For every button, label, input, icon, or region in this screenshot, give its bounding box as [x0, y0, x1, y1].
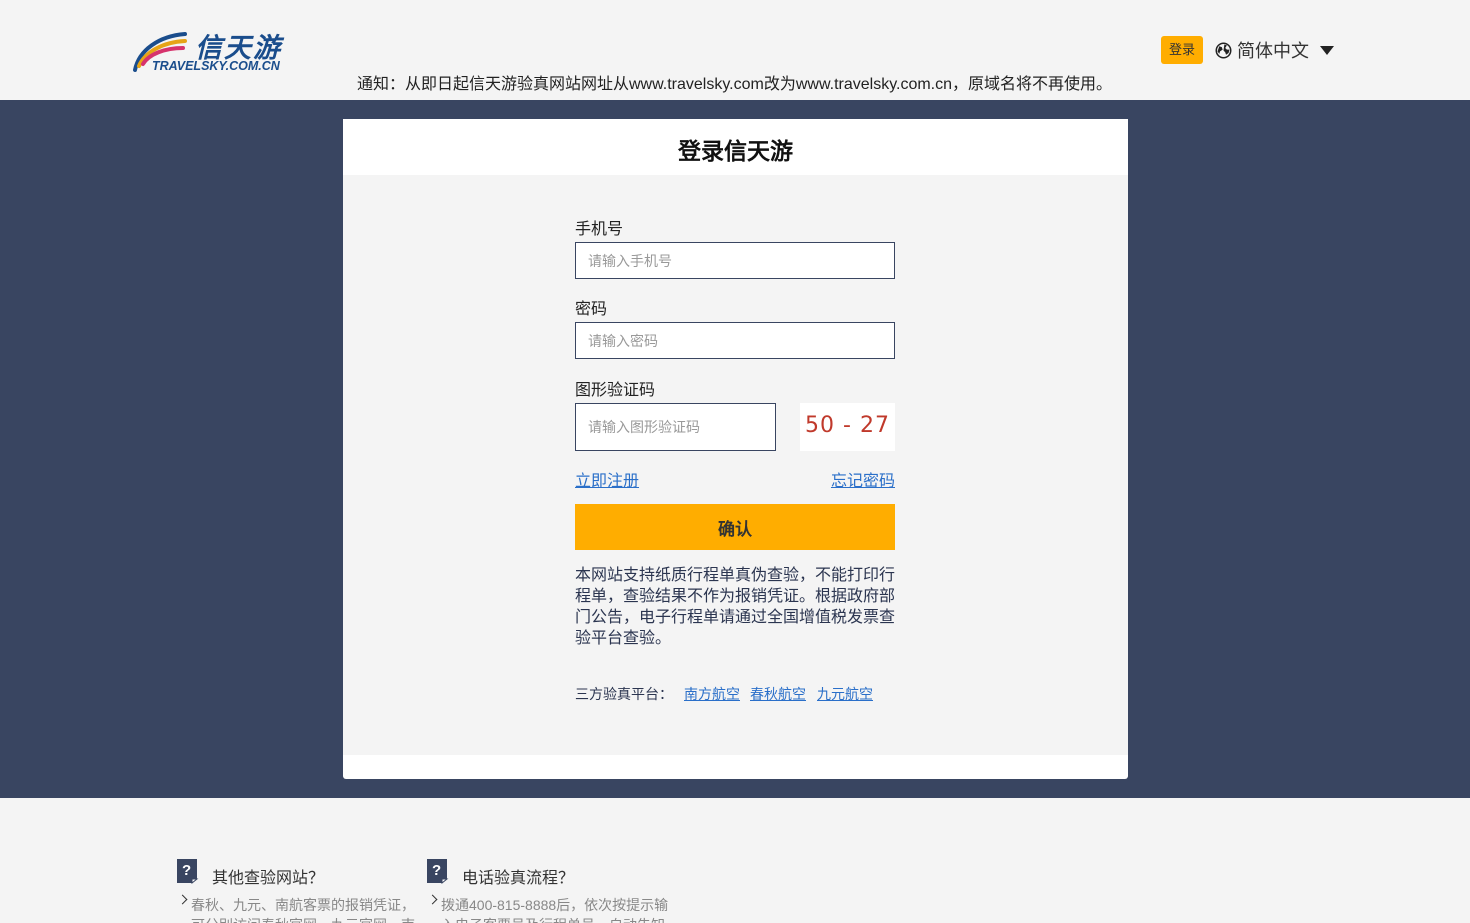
confirm-button[interactable]: 确认	[575, 504, 895, 550]
login-card: 登录信天游 手机号 密码 图形验证码 50 - 27 立即注册 忘记密码 确认 …	[343, 119, 1128, 779]
svg-text:?: ?	[182, 862, 191, 879]
third-party-label: 三方验真平台：	[575, 686, 673, 702]
caret-down-icon	[1320, 45, 1334, 55]
third-party-link-spring-airlines[interactable]: 春秋航空	[750, 684, 806, 704]
forgot-password-link[interactable]: 忘记密码	[831, 467, 895, 491]
faq-text: 春秋、九元、南航客票的报销凭证，可分别访问春秋官网、九元官网、南	[191, 897, 415, 923]
phone-label: 手机号	[575, 221, 624, 238]
chevron-right-icon	[427, 894, 438, 905]
login-form-area: 手机号 密码 图形验证码 50 - 27 立即注册 忘记密码 确认 本网站支持纸…	[343, 175, 1128, 755]
chevron-right-icon	[177, 894, 188, 905]
captcha-input[interactable]	[575, 403, 776, 451]
login-title: 登录信天游	[678, 138, 793, 164]
travelsky-logo[interactable]: 信天游 TRAVELSKY.COM.CN	[133, 24, 293, 76]
third-party-link-china-southern[interactable]: 南方航空	[684, 684, 740, 704]
faq-title[interactable]: 电话验真流程？	[462, 864, 574, 888]
captcha-text: 50 - 27	[805, 413, 890, 438]
question-document-icon: ?	[177, 859, 199, 884]
register-link[interactable]: 立即注册	[575, 467, 639, 491]
globe-icon	[1215, 42, 1232, 58]
main-band: 登录信天游 手机号 密码 图形验证码 50 - 27 立即注册 忘记密码 确认 …	[0, 100, 1470, 798]
domain-change-notice: 通知：从即日起信天游验真网站网址从www.travelsky.com改为www.…	[357, 76, 1113, 93]
password-input[interactable]	[575, 322, 895, 359]
header-login-button[interactable]: 登录	[1161, 36, 1203, 64]
svg-text:?: ?	[432, 862, 441, 879]
footer: ? 其他查验网站？ 春秋、九元、南航客票的报销凭证，可分别访问春秋官网、九元官网…	[0, 798, 1470, 923]
phone-input[interactable]	[575, 242, 895, 279]
third-party-link-9air[interactable]: 九元航空	[817, 684, 873, 704]
captcha-image[interactable]: 50 - 27	[800, 403, 895, 451]
logo-english-text: TRAVELSKY.COM.CN	[152, 59, 280, 73]
login-card-header: 登录信天游	[343, 119, 1128, 175]
language-selector[interactable]: 简体中文	[1215, 38, 1334, 62]
question-document-icon: ?	[427, 859, 449, 884]
faq-text: 拨通400-815-8888后，依次按提示输入电子客票号及行程单号，自动告知	[441, 897, 669, 923]
faq-title[interactable]: 其他查验网站？	[212, 864, 324, 888]
language-label: 简体中文	[1237, 41, 1309, 61]
verification-description: 本网站支持纸质行程单真伪查验，不能打印行程单，查验结果不作为报销凭证。根据政府部…	[575, 567, 896, 647]
password-label: 密码	[575, 301, 608, 318]
captcha-label: 图形验证码	[575, 382, 656, 399]
header: 信天游 TRAVELSKY.COM.CN 通知：从即日起信天游验真网站网址从ww…	[0, 0, 1470, 100]
